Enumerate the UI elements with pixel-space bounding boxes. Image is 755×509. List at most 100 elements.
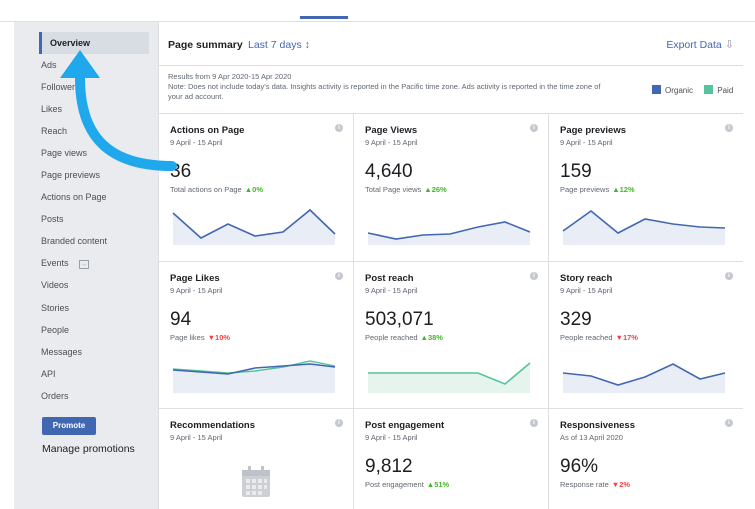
promote-button[interactable]: Promote [42,417,96,435]
card-subtitle: Post engagement ▲51% [365,480,449,489]
manage-promotions-link[interactable]: Manage promotions [42,443,135,455]
card-subtitle: Response rate ▼2% [560,480,630,489]
export-data-label: Export Data [666,39,722,51]
card-date: 9 April - 15 April [170,433,223,442]
sparkline-chart [367,221,531,245]
card-page-views[interactable]: Page Views 9 April - 15 April i 4,640 To… [354,113,548,261]
card-subtitle: Total actions on Page ▲0% [170,185,263,194]
external-link-icon: → [78,260,89,269]
card-date: 9 April - 15 April [560,286,613,295]
card-sub-label: Total Page views [365,185,422,194]
card-subtitle: People reached ▲38% [365,333,443,342]
card-sub-label: Total actions on Page [170,185,242,194]
card-sub-label: Response rate [560,480,609,489]
card-title: Recommendations [170,420,255,431]
export-data-button[interactable]: Export Data ⇩ [666,38,734,51]
sidebar-item-api[interactable]: API [41,369,56,379]
sparkline-area [173,210,335,245]
sidebar-item-messages[interactable]: Messages [41,347,82,357]
card-date: 9 April - 15 April [560,138,613,147]
card-page-previews[interactable]: Page previews 9 April - 15 April i 159 P… [549,113,743,261]
card-responsiveness[interactable]: Responsiveness As of 13 April 2020 i 96%… [549,408,743,509]
summary-info: Results from 9 Apr 2020-15 Apr 2020 Note… [168,72,608,102]
card-date: 9 April - 15 April [170,286,223,295]
card-post-reach[interactable]: Post reach 9 April - 15 April i 503,071 … [354,261,548,409]
card-title: Actions on Page [170,125,245,136]
change-indicator: ▲26% [424,185,447,194]
sparkline-chart [172,360,336,393]
card-value: 4,640 [365,161,413,182]
sparkline-chart [368,362,531,393]
change-indicator: ▲0% [244,185,263,194]
sparkline-area [368,363,530,393]
date-range-dropdown[interactable]: Last 7 days ↕ [248,39,310,51]
card-value: 96% [560,456,599,477]
sidebar-item-stories[interactable]: Stories [41,303,69,313]
sparkline-area [173,361,335,393]
legend-organic: Organic [665,86,694,95]
card-sub-label: Page previews [560,185,610,194]
card-date: 9 April - 15 April [365,286,418,295]
card-title: Post reach [365,273,414,284]
timezone-note: Note: Does not include today's data. Ins… [168,82,601,101]
change-indicator: ▲51% [426,480,450,489]
download-icon: ⇩ [724,39,734,51]
sidebar-item-people[interactable]: People [41,325,69,335]
sparkline-area [563,211,725,245]
page-summary-panel: Page summary Last 7 days ↕ Export Data ⇩ … [158,22,743,509]
card-subtitle: Page likes ▼10% [170,333,230,342]
change-indicator: ▲38% [420,333,443,342]
card-value: 329 [560,309,592,330]
sidebar-item-posts[interactable]: Posts [41,214,64,224]
sidebar-item-videos[interactable]: Videos [41,280,68,290]
info-icon[interactable]: i [530,272,538,280]
results-range-text: Results from 9 Apr 2020-15 Apr 2020 [168,72,292,81]
card-page-likes[interactable]: Page Likes 9 April - 15 April i 94 Page … [159,261,353,409]
card-date: 9 April - 15 April [365,138,418,147]
info-icon[interactable]: i [335,419,343,427]
card-title: Responsiveness [560,420,635,431]
info-icon[interactable]: i [530,124,538,132]
chart-legend: Organic Paid [652,85,733,95]
card-sub-label: Post engagement [365,480,424,489]
card-value: 159 [560,161,592,182]
info-icon[interactable]: i [725,419,733,427]
info-icon[interactable]: i [335,272,343,280]
sidebar-item-events[interactable]: Events → [41,258,89,269]
sparkline-chart [562,363,726,393]
card-recommendations[interactable]: Recommendations 9 April - 15 April i [159,408,353,509]
top-bar [0,0,755,22]
change-indicator: ▼10% [207,333,231,342]
change-indicator: ▼2% [611,480,631,489]
active-tab-indicator [300,16,348,19]
legend-paid: Paid [717,86,734,95]
card-story-reach[interactable]: Story reach 9 April - 15 April i 329 Peo… [549,261,743,409]
card-date: 9 April - 15 April [365,433,418,442]
card-value: 94 [170,309,192,330]
card-title: Story reach [560,273,613,284]
info-icon[interactable]: i [725,124,733,132]
sidebar-item-actions-on-page[interactable]: Actions on Page [41,192,107,202]
change-indicator: ▼17% [615,333,638,342]
paid-swatch [704,85,714,94]
card-actions-on-page[interactable]: Actions on Page 9 April - 15 April i 36 … [159,113,353,261]
info-icon[interactable]: i [725,272,733,280]
annotation-arrow-icon [60,50,177,171]
calendar-icon [242,466,270,497]
card-title: Page Likes [170,273,220,284]
card-value: 9,812 [365,456,413,477]
organic-swatch [652,85,661,94]
sidebar-item-branded-content[interactable]: Branded content [41,236,107,246]
card-title: Post engagement [365,420,445,431]
page-summary-header: Page summary Last 7 days ↕ Export Data ⇩ [159,22,743,66]
info-icon[interactable]: i [335,124,343,132]
card-date: As of 13 April 2020 [560,433,623,442]
card-post-engagement[interactable]: Post engagement 9 April - 15 April i 9,8… [354,408,548,509]
info-icon[interactable]: i [530,419,538,427]
card-subtitle: Page previews ▲12% [560,185,635,194]
change-indicator: ▲12% [612,185,635,194]
card-sub-label: People reached [365,333,418,342]
card-title: Page previews [560,125,627,136]
sparkline-chart [562,209,726,245]
sidebar-item-orders[interactable]: Orders [41,391,69,401]
